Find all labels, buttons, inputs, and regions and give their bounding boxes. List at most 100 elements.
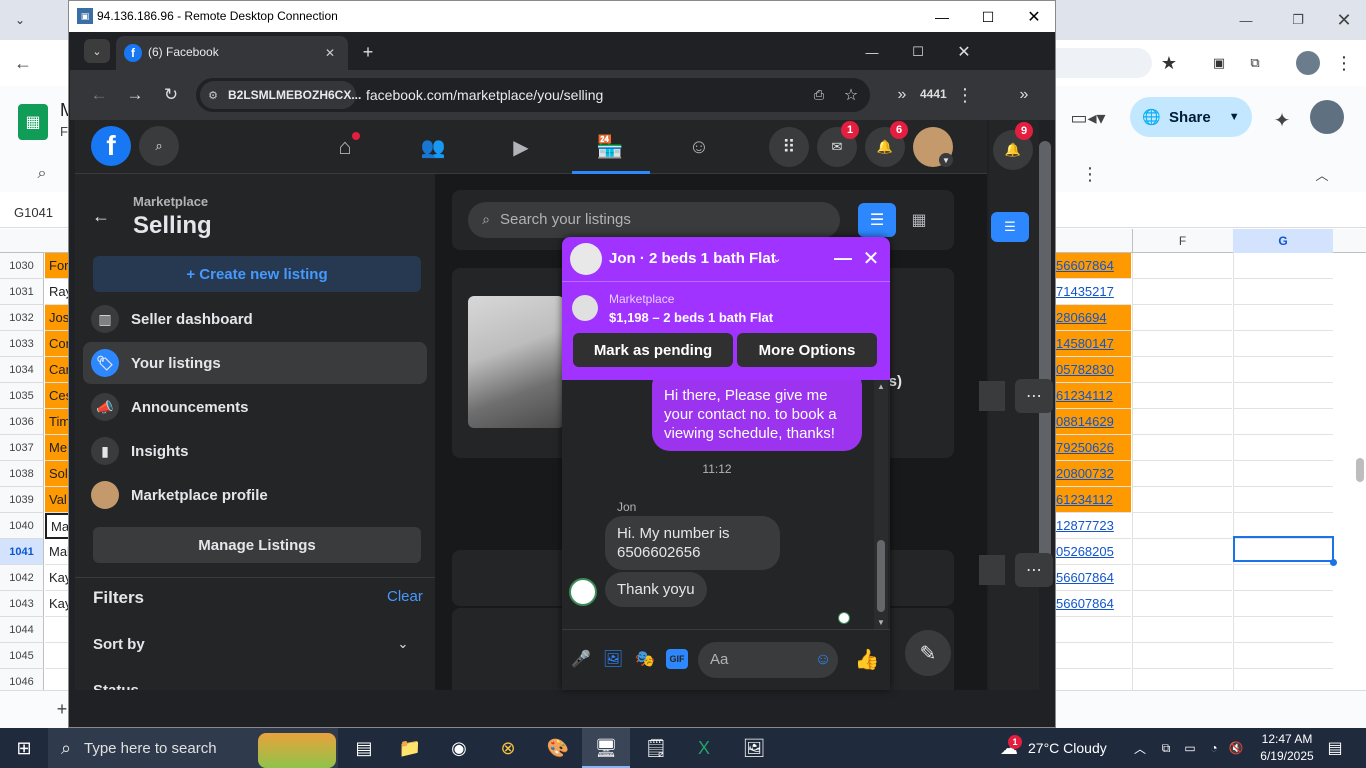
grid-view-toggle[interactable]: ▦ — [900, 203, 938, 237]
bookmark-star-icon[interactable]: ☆ — [840, 84, 862, 106]
groups-nav-icon[interactable]: ☺ — [679, 130, 719, 164]
name-cell[interactable]: Ray — [45, 279, 70, 305]
phone-cell[interactable]: 61234112 — [1056, 487, 1131, 513]
name-cell[interactable]: Kay — [45, 591, 70, 617]
host-back-icon[interactable]: ← — [10, 50, 36, 76]
cell-g[interactable] — [1233, 357, 1333, 383]
clock-time[interactable]: 12:47 AM — [1258, 732, 1316, 746]
phone-cell[interactable]: 14580147 — [1056, 331, 1131, 357]
marketplace-nav-icon[interactable]: 🏪 — [590, 130, 630, 164]
notes-app-icon[interactable]: 🗒 — [638, 730, 674, 766]
chrome-icon[interactable]: ◉ — [441, 730, 477, 766]
phone-cell[interactable]: 71435217 — [1056, 279, 1131, 305]
site-info-icon[interactable]: ⚙ — [206, 88, 220, 102]
cell-g[interactable] — [1233, 461, 1333, 487]
listing-action-chip[interactable] — [979, 381, 1005, 411]
cell-f[interactable] — [1132, 487, 1232, 513]
cell-f[interactable] — [1132, 305, 1232, 331]
browser-menu-icon[interactable]: ⋮ — [954, 82, 976, 108]
rdp-maximize-icon[interactable]: ☐ — [973, 5, 1003, 29]
weather-text[interactable]: 27°C Cloudy — [1028, 740, 1107, 756]
cell-f[interactable] — [1132, 461, 1232, 487]
clear-filters-link[interactable]: Clear — [387, 588, 423, 605]
name-cell[interactable]: Ma — [45, 513, 70, 539]
sheets-collapse-icon[interactable]: ︿ — [1310, 162, 1334, 186]
selected-cell-g1041[interactable] — [1233, 536, 1334, 562]
host-restore-icon[interactable]: ❐ — [1286, 8, 1310, 32]
cell-f[interactable] — [1132, 643, 1232, 669]
listing-more-button[interactable]: ⋯ — [1015, 379, 1053, 413]
fill-handle[interactable] — [1330, 559, 1337, 566]
name-cell[interactable] — [45, 617, 70, 643]
sidebar-item-your-listings[interactable]: 🏷 Your listings — [83, 342, 427, 384]
search-listings-input[interactable]: Search your listings — [468, 202, 840, 238]
cell-f[interactable] — [1132, 409, 1232, 435]
phone-cell[interactable] — [1056, 617, 1131, 643]
row-header[interactable]: 1041 — [0, 539, 44, 565]
cell-g[interactable] — [1233, 253, 1333, 279]
more-options-button[interactable]: More Options — [737, 333, 877, 367]
cell-f[interactable] — [1132, 383, 1232, 409]
windows-start-icon[interactable]: ⊞ — [8, 732, 40, 764]
row-header[interactable]: 1032 — [0, 305, 44, 331]
cell-f[interactable] — [1132, 513, 1232, 539]
host-omnibox-tail[interactable] — [1056, 48, 1152, 78]
host-menu-icon[interactable]: ⋮ — [1332, 50, 1356, 76]
volume-muted-icon[interactable]: 🔇 — [1226, 738, 1246, 758]
tab-facebook[interactable]: f (6) Facebook ✕ — [116, 36, 348, 70]
phone-cell[interactable] — [1056, 643, 1131, 669]
cell-f[interactable] — [1132, 565, 1232, 591]
name-cell[interactable] — [45, 643, 70, 669]
list-view-toggle[interactable]: ☰ — [858, 203, 896, 237]
name-cell[interactable]: Kay — [45, 565, 70, 591]
cell-f[interactable] — [1132, 591, 1232, 617]
row-header[interactable]: 1043 — [0, 591, 44, 617]
row-header[interactable]: 1035 — [0, 383, 44, 409]
omnibox[interactable]: B2LSMLMEBOZH6CX... ⚙ facebook.com/market… — [196, 78, 870, 112]
row-header[interactable]: 1033 — [0, 331, 44, 357]
photo-icon[interactable]: 🖼 — [602, 648, 624, 670]
emoji-icon[interactable]: ☺ — [812, 649, 834, 671]
app-ix-icon[interactable]: ⊗ — [490, 730, 526, 766]
name-box[interactable]: G1041 — [14, 205, 53, 220]
name-cell[interactable]: For — [45, 253, 70, 279]
url-text[interactable]: facebook.com/marketplace/you/selling — [366, 87, 603, 103]
microphone-icon[interactable]: 🎤 — [570, 648, 592, 670]
row-header[interactable]: 1034 — [0, 357, 44, 383]
listing-thumbnail[interactable] — [468, 296, 564, 428]
name-cell[interactable]: Sol — [45, 461, 70, 487]
mark-as-pending-button[interactable]: Mark as pending — [573, 333, 733, 367]
excel-icon[interactable]: X — [686, 730, 722, 766]
meet-icon[interactable]: ▭◂▾ — [1068, 106, 1108, 130]
chat-scrollbar[interactable]: ▲ ▼ — [874, 380, 888, 629]
host-minimize-icon[interactable]: — — [1234, 8, 1258, 32]
name-cell[interactable]: Mal — [45, 539, 70, 565]
sheets-search-icon[interactable]: ⌕ — [30, 162, 54, 186]
received-message-1[interactable]: Hi. My number is 6506602656 — [605, 516, 780, 570]
row-header[interactable]: 1039 — [0, 487, 44, 513]
battery-icon[interactable]: ▭ — [1180, 738, 1200, 758]
host-bookmark-star-icon[interactable]: ★ — [1156, 50, 1182, 76]
share-button[interactable]: 🌐 Share ▼ — [1130, 97, 1252, 137]
phone-cell[interactable]: 05782830 — [1056, 357, 1131, 383]
row-header[interactable]: 1031 — [0, 279, 44, 305]
inner-minimize-icon[interactable]: — — [858, 40, 886, 64]
host-extensions-icon[interactable]: ⧉ — [1242, 50, 1268, 76]
task-view-icon[interactable]: ▤ — [346, 730, 382, 766]
cell-f[interactable] — [1132, 331, 1232, 357]
thumbs-up-icon[interactable]: 👍 — [854, 646, 880, 672]
sidebar-item-seller-dashboard[interactable]: ▥ Seller dashboard — [83, 298, 427, 340]
chat-scroll-down-icon[interactable]: ▼ — [875, 616, 887, 628]
cell-f[interactable] — [1132, 279, 1232, 305]
rdp-close-icon[interactable]: ✕ — [1019, 5, 1049, 29]
cell-g[interactable] — [1233, 331, 1333, 357]
chat-title[interactable]: Jon · 2 beds 1 bath Flat — [609, 250, 776, 267]
cell-g[interactable] — [1233, 617, 1333, 643]
sheets-logo-icon[interactable]: ▦ — [18, 104, 48, 140]
cell-g[interactable] — [1233, 591, 1333, 617]
cell-g[interactable] — [1233, 383, 1333, 409]
phone-cell[interactable]: 05268205 — [1056, 539, 1131, 565]
rdp-minimize-icon[interactable]: — — [927, 5, 957, 29]
cell-g[interactable] — [1233, 487, 1333, 513]
site-chip[interactable]: B2LSMLMEBOZH6CX... — [200, 81, 361, 109]
